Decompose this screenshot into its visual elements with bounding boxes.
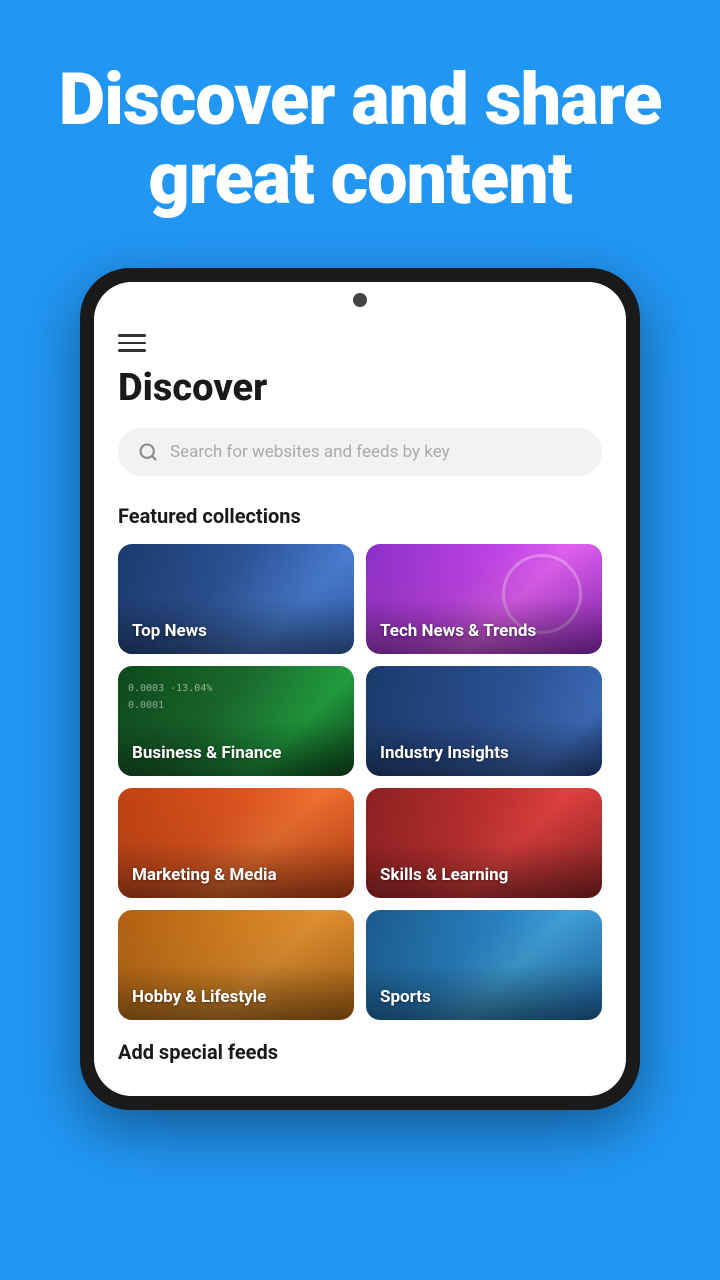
hero-section: Discover and share great content [0, 0, 720, 258]
collection-card-hobby[interactable]: Hobby & Lifestyle [118, 910, 354, 1020]
search-icon [138, 442, 158, 462]
menu-button[interactable] [118, 334, 602, 352]
app-content: Discover Search for websites and feeds b… [94, 318, 626, 1096]
card-label-industry: Industry Insights [380, 743, 588, 763]
phone-outer: Discover Search for websites and feeds b… [80, 268, 640, 1110]
hamburger-icon [118, 334, 146, 352]
card-label-tech-news: Tech News & Trends [380, 621, 588, 641]
collection-card-tech-news[interactable]: Tech News & Trends [366, 544, 602, 654]
card-label-skills: Skills & Learning [380, 865, 588, 885]
collection-card-sports[interactable]: Sports [366, 910, 602, 1020]
card-label-hobby: Hobby & Lifestyle [132, 987, 340, 1007]
phone-notch [94, 282, 626, 318]
featured-collections-title: Featured collections [118, 504, 602, 528]
phone-mockup: Discover Search for websites and feeds b… [80, 268, 640, 1280]
card-label-marketing: Marketing & Media [132, 865, 340, 885]
collection-card-marketing[interactable]: Marketing & Media [118, 788, 354, 898]
page-title: Discover [118, 366, 602, 410]
hero-title: Discover and share great content [40, 60, 680, 218]
card-label-business: Business & Finance [132, 743, 340, 763]
collection-card-industry[interactable]: Industry Insights [366, 666, 602, 776]
phone-screen: Discover Search for websites and feeds b… [94, 282, 626, 1096]
camera-dot [353, 293, 367, 307]
card-label-top-news: Top News [132, 621, 340, 641]
collection-card-top-news[interactable]: Top News [118, 544, 354, 654]
collection-card-skills[interactable]: Skills & Learning [366, 788, 602, 898]
add-feeds-title: Add special feeds [118, 1040, 602, 1072]
card-label-sports: Sports [380, 987, 588, 1007]
collection-card-business[interactable]: 0.0003 -13.04%0.0001 Business & Finance [118, 666, 354, 776]
collections-grid: Top News Tech News & Trends 0.0003 -13.0… [118, 544, 602, 1020]
search-input-placeholder: Search for websites and feeds by key [170, 442, 450, 462]
search-bar[interactable]: Search for websites and feeds by key [118, 428, 602, 476]
